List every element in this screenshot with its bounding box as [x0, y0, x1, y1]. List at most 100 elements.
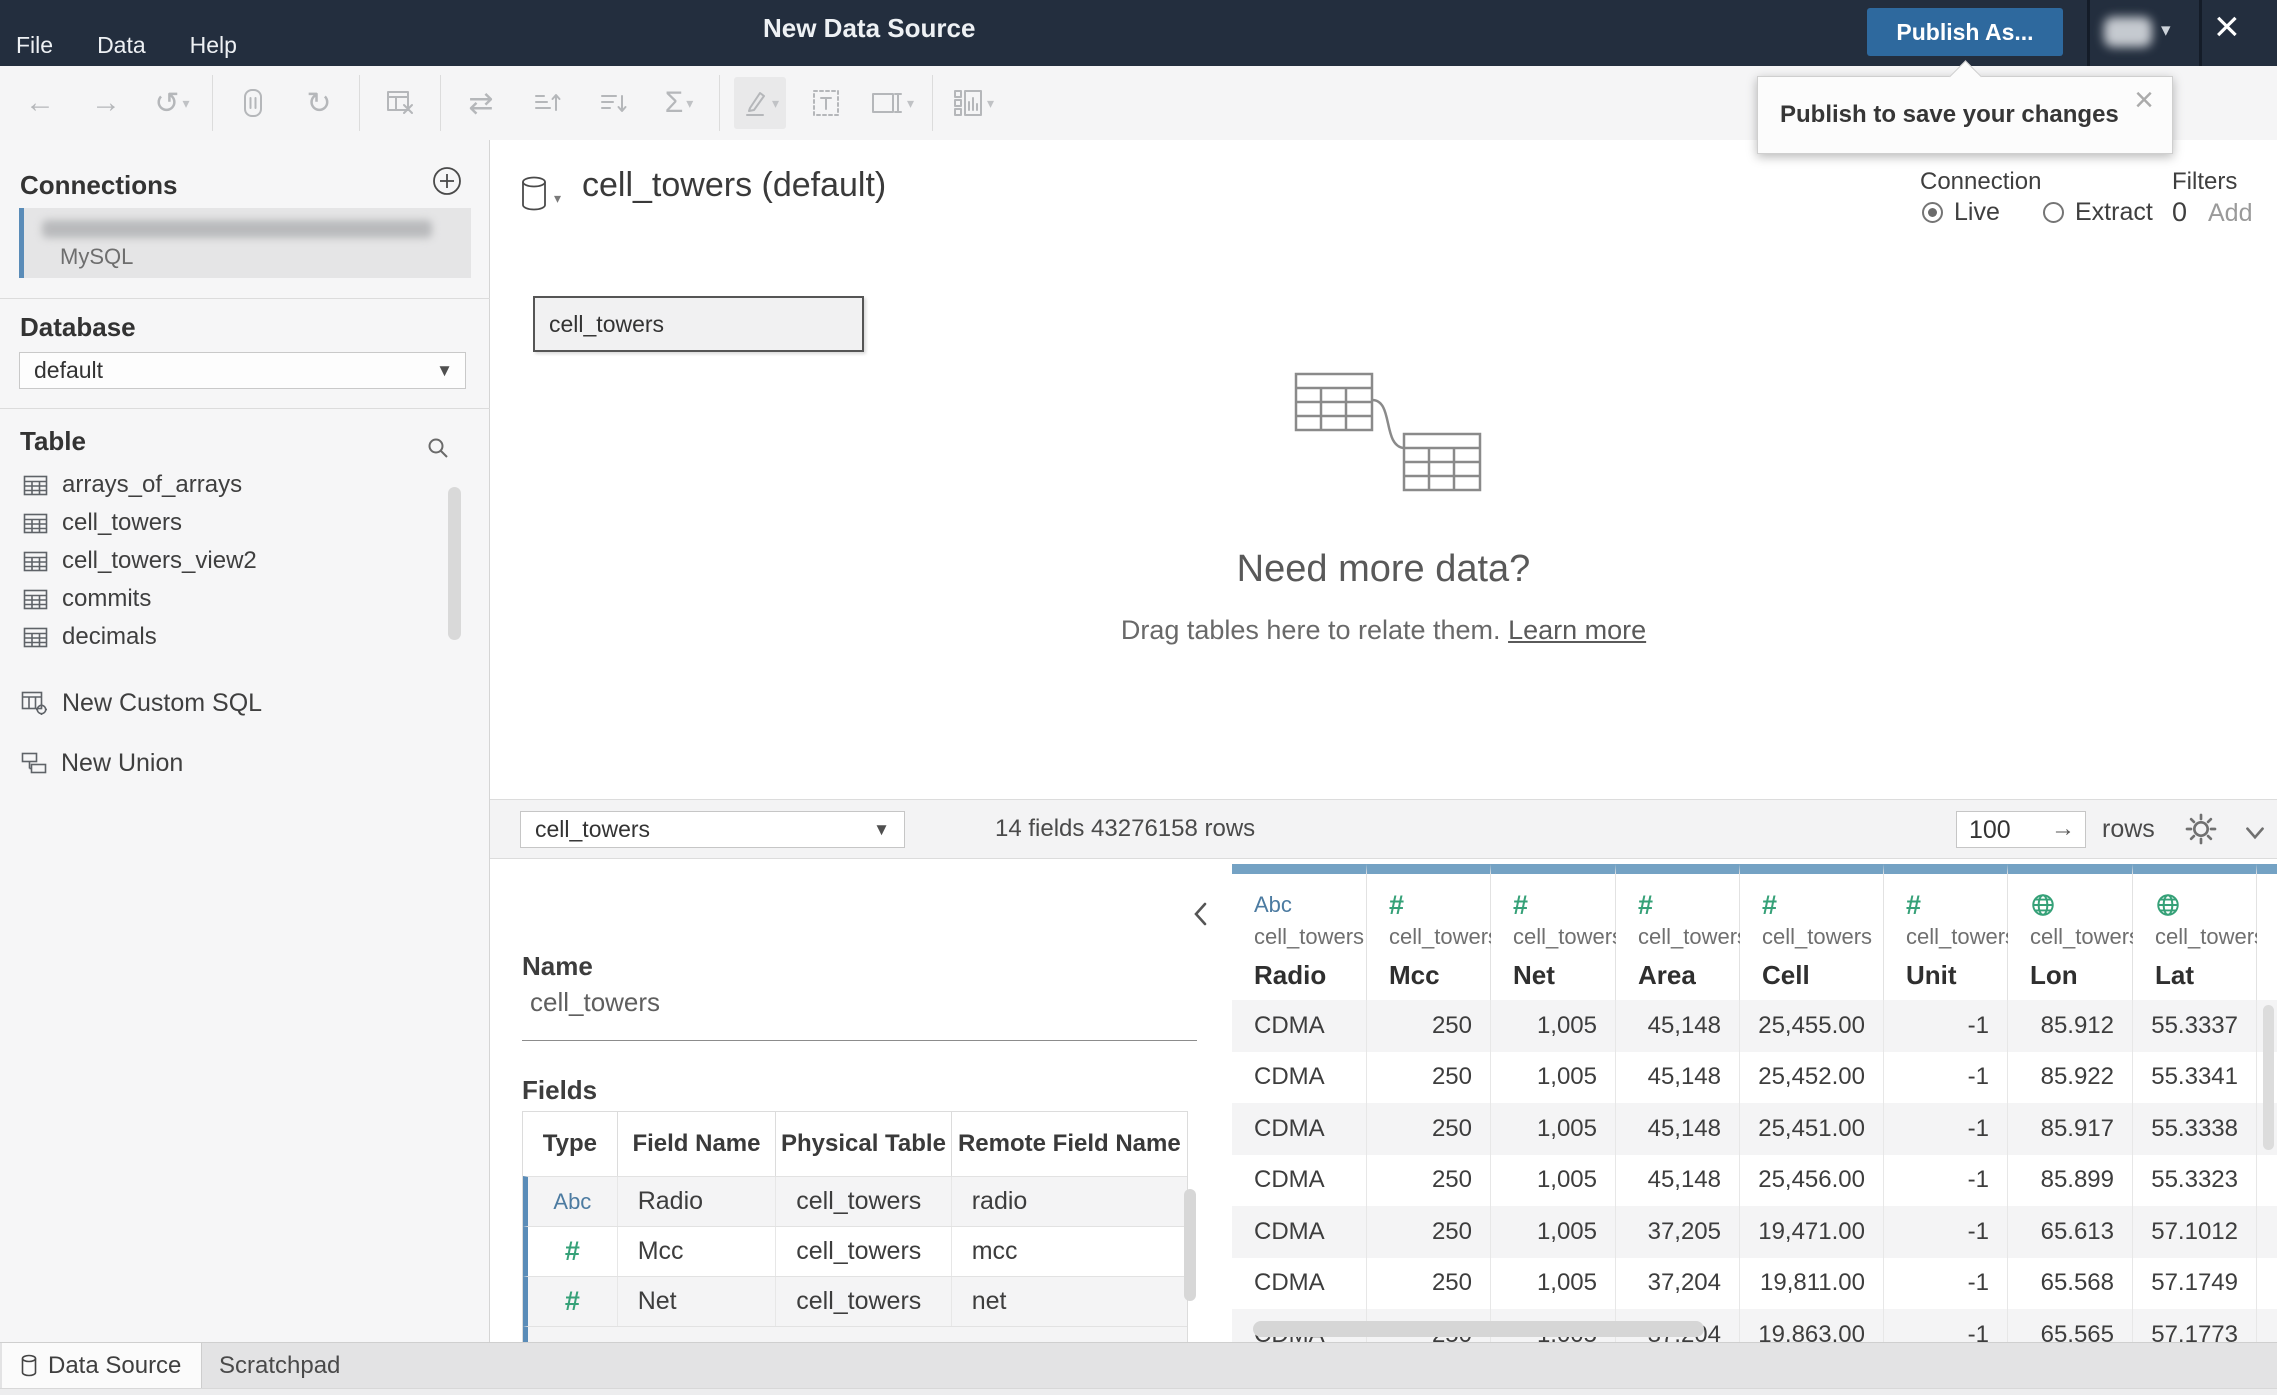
grid-cell[interactable]: 1,005 [1491, 1257, 1616, 1309]
grid-cell[interactable]: -1 [1884, 1309, 2008, 1342]
tab-data-source[interactable]: Data Source [2, 1343, 202, 1388]
fields-row-net[interactable]: # Net cell_towers net [523, 1276, 1187, 1326]
grid-cell[interactable]: -1 [1884, 1103, 2008, 1155]
grid-cell[interactable]: 55.3323 [2133, 1154, 2257, 1206]
grid-cell[interactable]: 65.613 [2008, 1206, 2133, 1258]
grid-cell[interactable]: -1 [1884, 1000, 2008, 1052]
grid-column-header-area[interactable]: # cell_towers Area [1616, 864, 1748, 1000]
grid-column-header-lat[interactable]: cell_towers Lat [2133, 864, 2265, 1000]
avatar[interactable] [2104, 17, 2152, 47]
close-icon[interactable]: × [2214, 5, 2240, 49]
grid-cell[interactable]: 250 [1367, 1257, 1491, 1309]
publish-as-button[interactable]: Publish As... [1867, 8, 2063, 56]
grid-cell[interactable]: 19,811.00 [1740, 1257, 1884, 1309]
grid-cell[interactable]: 85.899 [2008, 1154, 2133, 1206]
grid-column-header-mcc[interactable]: # cell_towers Mcc [1367, 864, 1499, 1000]
grid-cell[interactable]: 57.1749 [2133, 1257, 2257, 1309]
grid-cell[interactable]: CDMA [1232, 1051, 1367, 1103]
sidebar-item-decimals[interactable]: decimals [0, 618, 470, 656]
grid-cell[interactable]: 1,005 [1491, 1154, 1616, 1206]
collapse-panel-icon[interactable] [1188, 899, 1214, 929]
grid-cell[interactable]: 1,005 [1491, 1051, 1616, 1103]
totals-icon[interactable]: Σ ▾ [653, 77, 705, 129]
grid-table-select[interactable]: cell_towers ▼ [520, 811, 905, 848]
fields-row-mcc[interactable]: # Mcc cell_towers mcc [523, 1226, 1187, 1276]
grid-row[interactable]: CDMA 250 1,005 45,148 25,455.00 -1 85.912 55.33… [1232, 1000, 2277, 1052]
swap-axes-icon[interactable]: ⇄ [455, 77, 507, 129]
sidebar-item-arrays_of_arrays[interactable]: arrays_of_arrays [0, 466, 470, 504]
grid-column-header-cell[interactable]: # cell_towers Cell [1740, 864, 1884, 1000]
grid-column-header-unit[interactable]: # cell_towers Unit [1884, 864, 2016, 1000]
grid-cell[interactable]: 45,148 [1616, 1103, 1740, 1155]
sidebar-item-cell_towers_view2[interactable]: cell_towers_view2 [0, 542, 470, 580]
grid-horizontal-scrollbar[interactable] [1253, 1321, 1704, 1337]
learn-more-link[interactable]: Learn more [1508, 615, 1646, 645]
filters-add-button[interactable]: Add [2208, 199, 2252, 228]
sidebar-item-new-custom-sql[interactable]: New Custom SQL [0, 685, 470, 721]
avatar-menu-caret-icon[interactable]: ▾ [2161, 19, 2171, 42]
grid-cell[interactable]: 25,455.00 [1740, 1000, 1884, 1052]
dropdown-caret-icon[interactable]: ▾ [183, 95, 190, 112]
grid-cell[interactable]: 37,204 [1616, 1257, 1740, 1309]
grid-row[interactable]: CDMA 250 1,005 37,204 19,811.00 -1 65.568 57.17… [1232, 1257, 2277, 1309]
sidebar-item-commits[interactable]: commits [0, 580, 470, 618]
sidebar-item-cell_towers[interactable]: cell_towers [0, 504, 470, 542]
menu-file[interactable]: File [16, 32, 53, 59]
grid-cell[interactable]: 19,471.00 [1740, 1206, 1884, 1258]
grid-cell[interactable]: 55.3338 [2133, 1103, 2257, 1155]
fields-column-header[interactable]: Physical Table [776, 1112, 952, 1176]
fields-column-header[interactable]: Remote Field Name [952, 1112, 1187, 1176]
grid-cell[interactable]: 250 [1367, 1206, 1491, 1258]
undo-icon[interactable]: ← [14, 77, 66, 129]
grid-cell[interactable]: 1,005 [1491, 1206, 1616, 1258]
grid-cell[interactable]: 250 [1367, 1051, 1491, 1103]
grid-row[interactable]: CDMA 250 1,005 37,205 19,471.00 -1 65.613 57.10… [1232, 1206, 2277, 1258]
sort-ascending-icon[interactable] [521, 77, 573, 129]
grid-cell[interactable]: 55.3337 [2133, 1000, 2257, 1052]
add-connection-icon[interactable] [432, 166, 462, 196]
live-radio[interactable] [1922, 202, 1943, 223]
grid-cell[interactable]: 25,456.00 [1740, 1154, 1884, 1206]
search-icon[interactable] [426, 436, 450, 460]
grid-cell[interactable]: 250 [1367, 1000, 1491, 1052]
grid-cell[interactable]: 55.3341 [2133, 1051, 2257, 1103]
grid-cell[interactable]: 65.568 [2008, 1257, 2133, 1309]
grid-cell[interactable]: 19,863.00 [1740, 1309, 1884, 1342]
grid-cell[interactable]: -1 [1884, 1051, 2008, 1103]
fields-table-scrollbar[interactable] [1184, 1189, 1196, 1301]
close-icon[interactable]: × [2134, 81, 2154, 120]
name-input[interactable]: cell_towers [530, 987, 660, 1018]
show-cards-icon[interactable]: ▾ [947, 77, 999, 129]
grid-cell[interactable]: 37,205 [1616, 1206, 1740, 1258]
sort-descending-icon[interactable] [587, 77, 639, 129]
grid-cell[interactable]: 45,148 [1616, 1154, 1740, 1206]
table-node-cell-towers[interactable]: cell_towers [533, 296, 864, 352]
fit-icon[interactable]: ▾ [866, 77, 918, 129]
row-count-input[interactable] [1957, 812, 2059, 849]
dropdown-caret-icon[interactable]: ▾ [987, 95, 994, 112]
grid-column-header-radio[interactable]: Abc cell_towers Radio [1232, 864, 1367, 1000]
text-label-icon[interactable] [800, 77, 852, 129]
chevron-down-icon[interactable]: ▾ [554, 190, 561, 207]
grid-cell[interactable]: CDMA [1232, 1154, 1367, 1206]
grid-cell[interactable]: 250 [1367, 1103, 1491, 1155]
pause-updates-icon[interactable] [227, 77, 279, 129]
grid-cell[interactable]: -1 [1884, 1257, 2008, 1309]
dropdown-caret-icon[interactable]: ▾ [772, 95, 779, 112]
connection-item[interactable]: MySQL [19, 208, 471, 278]
highlight-icon[interactable]: ▾ [734, 77, 786, 129]
live-label[interactable]: Live [1954, 198, 2000, 227]
dropdown-caret-icon[interactable]: ▾ [907, 95, 914, 112]
tab-scratchpad[interactable]: Scratchpad [203, 1343, 466, 1388]
grid-cell[interactable]: 250 [1367, 1154, 1491, 1206]
database-cylinder-icon[interactable] [520, 176, 548, 212]
grid-cell[interactable]: 45,148 [1616, 1000, 1740, 1052]
grid-cell[interactable]: 57.1773 [2133, 1309, 2257, 1342]
chevron-down-icon[interactable] [2242, 820, 2268, 846]
redo-icon[interactable]: → [80, 77, 132, 129]
grid-cell[interactable]: 65.565 [2008, 1309, 2133, 1342]
grid-cell[interactable]: 45,148 [1616, 1051, 1740, 1103]
replay-icon[interactable]: ↺ ▾ [146, 77, 198, 129]
grid-cell[interactable]: CDMA [1232, 1206, 1367, 1258]
grid-row[interactable]: CDMA 250 1,005 45,148 25,451.00 -1 85.917 55.33… [1232, 1103, 2277, 1155]
